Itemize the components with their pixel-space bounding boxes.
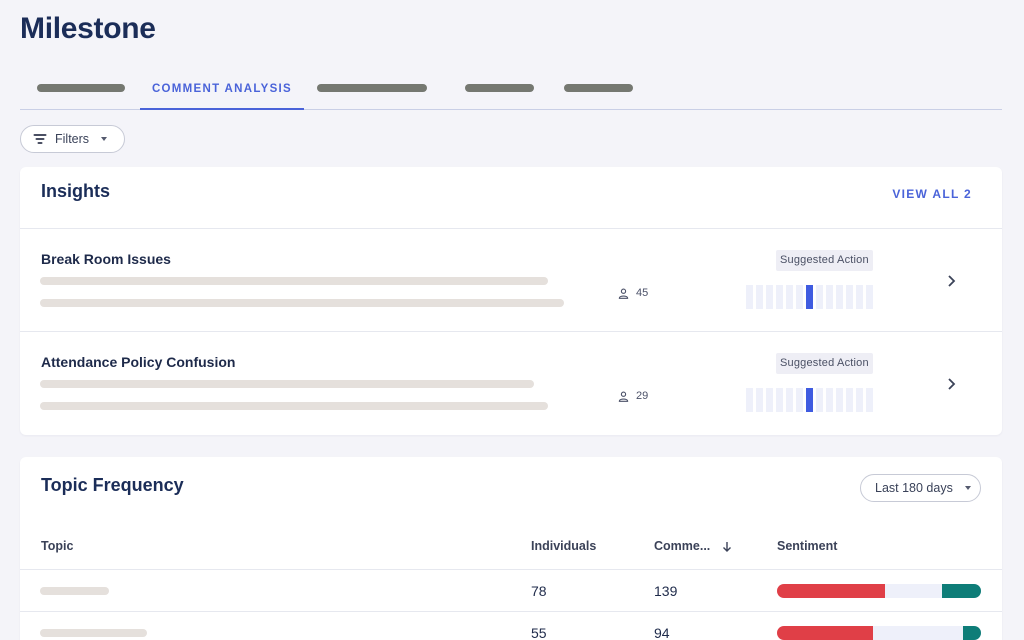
sentiment-positive-segment bbox=[942, 584, 981, 598]
insight-bar-segment bbox=[856, 285, 863, 309]
view-all-insights-link[interactable]: VIEW ALL 2 bbox=[892, 187, 972, 201]
comments-cell: 139 bbox=[654, 583, 678, 599]
insight-bar-segment bbox=[826, 285, 833, 309]
person-count: 45 bbox=[618, 287, 648, 299]
insight-bar-segment bbox=[856, 388, 863, 412]
insight-bar-segment bbox=[756, 388, 763, 412]
table-row[interactable]: 78 139 bbox=[20, 570, 1002, 611]
redacted-topic bbox=[40, 587, 109, 595]
column-header-comments[interactable]: Comme... bbox=[654, 539, 732, 553]
tab-redacted-3[interactable] bbox=[465, 84, 534, 92]
sentiment-bar bbox=[777, 626, 981, 640]
redacted-topic bbox=[40, 629, 147, 637]
date-range-value: Last 180 days bbox=[875, 481, 953, 495]
sentiment-negative-segment bbox=[777, 584, 886, 598]
insight-bar-segment bbox=[866, 285, 873, 309]
column-header-topic[interactable]: Topic bbox=[41, 539, 73, 553]
topic-frequency-card: Topic Frequency Last 180 days Topic Indi… bbox=[20, 457, 1002, 640]
insight-row-break-room[interactable]: Break Room Issues 45 Suggested Action bbox=[20, 229, 1002, 332]
insight-bar-segment bbox=[786, 388, 793, 412]
insight-bar-segment bbox=[786, 285, 793, 309]
redacted-text bbox=[40, 277, 548, 285]
sentiment-bar bbox=[777, 584, 981, 598]
arrow-down-icon[interactable] bbox=[722, 541, 732, 553]
redacted-text bbox=[40, 380, 534, 388]
tab-bar: COMMENT ANALYSIS bbox=[20, 70, 1002, 110]
tab-redacted-4[interactable] bbox=[564, 84, 633, 92]
insight-title: Break Room Issues bbox=[41, 251, 171, 267]
column-header-individuals[interactable]: Individuals bbox=[531, 539, 596, 553]
person-count-value: 45 bbox=[636, 287, 649, 299]
individuals-cell: 55 bbox=[531, 625, 547, 640]
insight-bar-segment bbox=[766, 285, 773, 309]
person-icon bbox=[618, 288, 629, 299]
insight-bar-segment bbox=[746, 285, 753, 309]
insight-bar-segment bbox=[836, 285, 843, 309]
column-header-comments-label: Comme... bbox=[654, 539, 711, 553]
insight-bar-segment bbox=[756, 285, 763, 309]
tab-redacted-1[interactable] bbox=[37, 84, 125, 92]
suggested-action-badge: Suggested Action bbox=[776, 353, 873, 374]
insights-card: Insights VIEW ALL 2 Break Room Issues 45… bbox=[20, 167, 1002, 435]
filter-lines-icon bbox=[33, 134, 47, 144]
insight-bar-segment bbox=[776, 285, 783, 309]
insight-row-attendance[interactable]: Attendance Policy Confusion 29 Suggested… bbox=[20, 332, 1002, 435]
person-count: 29 bbox=[618, 390, 648, 402]
person-icon bbox=[618, 391, 629, 402]
insight-bar-strip bbox=[746, 285, 873, 309]
suggested-action-badge: Suggested Action bbox=[776, 250, 873, 271]
topic-frequency-title: Topic Frequency bbox=[41, 475, 184, 495]
insight-bar-segment bbox=[806, 285, 813, 309]
insight-title: Attendance Policy Confusion bbox=[41, 354, 236, 370]
chevron-right-icon[interactable] bbox=[946, 377, 956, 391]
chevron-right-icon[interactable] bbox=[946, 274, 956, 288]
insight-bar-segment bbox=[766, 388, 773, 412]
person-count-value: 29 bbox=[636, 390, 649, 402]
sentiment-positive-segment bbox=[962, 626, 981, 640]
tab-redacted-2[interactable] bbox=[317, 84, 427, 92]
tab-comment-analysis[interactable]: COMMENT ANALYSIS bbox=[140, 70, 304, 110]
insight-bar-segment bbox=[806, 388, 813, 412]
insight-bar-strip bbox=[746, 388, 873, 412]
insight-bar-segment bbox=[846, 285, 853, 309]
filters-button[interactable]: Filters bbox=[20, 125, 125, 153]
insight-bar-segment bbox=[866, 388, 873, 412]
insight-bar-segment bbox=[746, 388, 753, 412]
individuals-cell: 78 bbox=[531, 583, 547, 599]
insight-bar-segment bbox=[826, 388, 833, 412]
comments-cell: 94 bbox=[654, 625, 670, 640]
table-row[interactable]: 55 94 bbox=[20, 612, 1002, 640]
insight-bar-segment bbox=[816, 388, 823, 412]
redacted-text bbox=[40, 299, 564, 307]
insight-bar-segment bbox=[846, 388, 853, 412]
filters-label: Filters bbox=[55, 132, 90, 146]
column-header-sentiment[interactable]: Sentiment bbox=[777, 539, 837, 553]
redacted-text bbox=[40, 402, 548, 410]
sentiment-neutral-segment bbox=[885, 584, 943, 598]
insight-bar-segment bbox=[836, 388, 843, 412]
date-range-select[interactable]: Last 180 days bbox=[860, 474, 981, 502]
insight-bar-segment bbox=[816, 285, 823, 309]
caret-down-icon bbox=[101, 137, 108, 141]
caret-down-icon bbox=[964, 486, 971, 490]
insight-bar-segment bbox=[776, 388, 783, 412]
insight-bar-segment bbox=[796, 285, 803, 309]
sentiment-negative-segment bbox=[777, 626, 873, 640]
insights-title: Insights bbox=[41, 181, 111, 201]
insight-bar-segment bbox=[796, 388, 803, 412]
page-title: Milestone bbox=[20, 12, 156, 45]
sentiment-neutral-segment bbox=[872, 626, 963, 640]
